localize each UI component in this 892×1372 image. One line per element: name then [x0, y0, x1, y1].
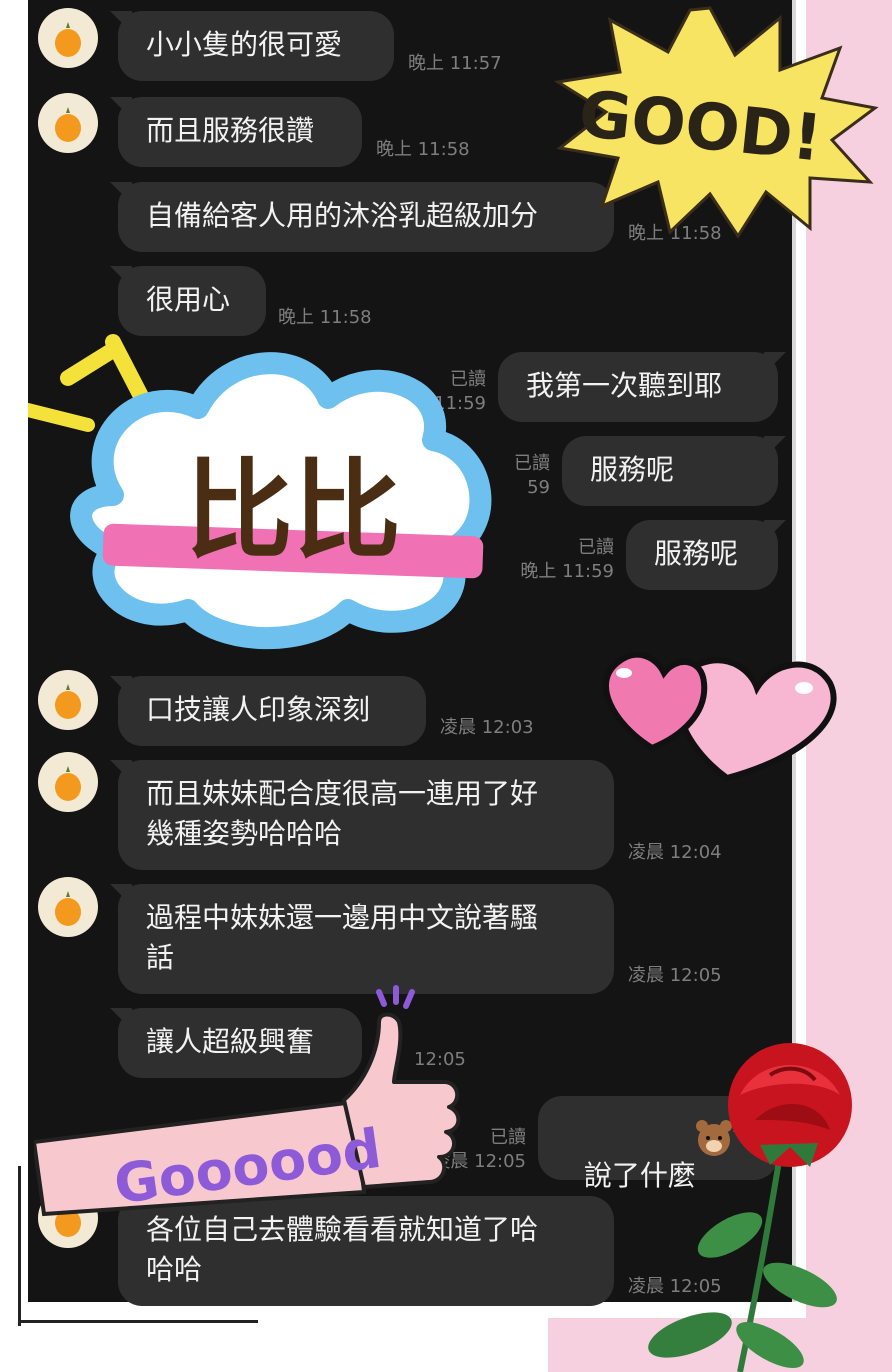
message-time: 凌晨 12:03 [440, 717, 534, 738]
message-time: 晚上 11:57 [408, 53, 502, 74]
message-bubble[interactable]: 而且妹妹配合度很高一連用了好 幾種姿勢哈哈哈 [110, 760, 614, 870]
orange-avatar-icon[interactable] [38, 670, 98, 730]
message-bubble[interactable]: 我第一次聽到耶 [498, 352, 786, 422]
decorative-border-line [18, 1320, 258, 1323]
message-time: 凌晨 12:04 [628, 842, 722, 863]
message-time: 晚上 11:58 [376, 139, 470, 160]
read-receipt: 已讀 [578, 537, 614, 558]
message-bubble[interactable]: 口技讓人印象深刻 [110, 676, 426, 746]
message-bubble[interactable]: 服務呢 [626, 520, 786, 590]
orange-avatar-icon[interactable] [38, 93, 98, 153]
message-bubble[interactable]: 小小隻的很可愛 [110, 11, 394, 81]
orange-avatar-icon[interactable] [38, 877, 98, 937]
bibi-sticker: 比比 [28, 334, 492, 650]
decorative-border-line [18, 1166, 21, 1326]
orange-avatar-icon[interactable] [38, 752, 98, 812]
orange-avatar-icon[interactable] [38, 8, 98, 68]
heart-icon [603, 651, 837, 782]
message-bubble[interactable]: 而且服務很讚 [110, 97, 362, 167]
message-bubble[interactable]: 服務呢 [562, 436, 786, 506]
bibi-sticker-text: 比比 [185, 449, 401, 574]
rose-icon [648, 1043, 852, 1372]
good-sticker: GOOD! [553, 6, 879, 239]
message-time: 凌晨 12:05 [628, 965, 722, 986]
message-bubble[interactable]: 過程中妹妹還一邊用中文說著騷 話 [110, 884, 614, 994]
read-receipt: 已讀 [490, 1127, 526, 1148]
thumbs-up-icon: Goooood [34, 985, 461, 1216]
